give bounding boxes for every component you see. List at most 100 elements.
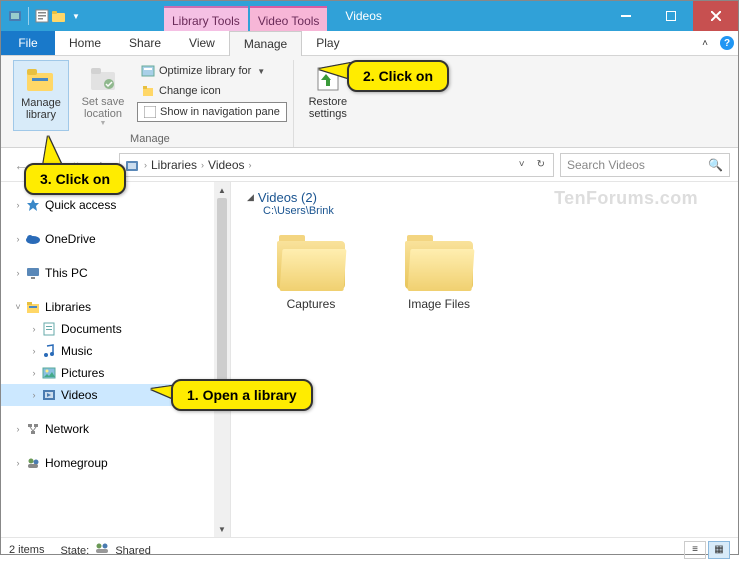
qat-dropdown-icon[interactable]: ▼ [68,8,84,24]
new-folder-icon[interactable] [51,8,67,24]
scroll-up-icon[interactable]: ▲ [214,182,230,198]
help-button[interactable]: ? [716,31,738,55]
expand-arrow-icon[interactable]: › [27,390,41,400]
callout-label: 3. Click on [40,171,110,187]
qat-separator [28,7,29,25]
tree-label: This PC [45,266,88,280]
manage-tab[interactable]: Manage [229,31,302,56]
file-tab[interactable]: File [1,31,55,55]
maximize-button[interactable] [648,1,693,31]
share-tab-label: Share [129,36,161,50]
manage-tab-label: Manage [244,37,287,51]
callout-label: 2. Click on [363,68,433,84]
folder-captures[interactable]: Captures [263,235,359,311]
expand-arrow-icon[interactable]: › [11,458,25,468]
set-save-location-icon [87,62,119,94]
expand-arrow-icon[interactable]: › [11,268,25,278]
restore-settings-label: Restore settings [309,96,348,120]
library-tools-label: Library Tools [172,14,240,28]
tree-documents[interactable]: › Documents [1,318,230,340]
status-bar: 2 items State: Shared ≡ ▦ [1,537,738,561]
callout-tail [43,136,62,166]
location-icon [124,157,140,173]
expand-arrow-icon[interactable]: › [27,346,41,356]
optimize-library-button[interactable]: Optimize library for ▼ [137,62,287,80]
manage-library-button[interactable]: Manage library [13,60,69,131]
optimize-icon [141,64,155,78]
show-in-navigation-pane-checkbox[interactable]: Show in navigation pane [137,102,287,122]
ribbon-group-label-empty [300,131,356,147]
tree-quick-access[interactable]: › Quick access [1,194,230,216]
address-bar[interactable]: › Libraries › Videos › ˅ ↻ [119,153,554,177]
expand-arrow-icon[interactable]: › [11,424,25,434]
tree-libraries[interactable]: ˅ Libraries [1,296,230,318]
scroll-down-icon[interactable]: ▼ [214,521,230,537]
navpane-scrollbar[interactable]: ▲ ▼ [214,182,230,537]
window-title: Videos [345,9,603,23]
show-nav-label: Show in navigation pane [160,106,280,118]
collapse-arrow-icon[interactable]: ˅ [11,302,25,312]
refresh-button[interactable]: ↻ [533,159,549,170]
folder-image-files[interactable]: Image Files [391,235,487,311]
tree-network[interactable]: › Network [1,418,230,440]
crumb-libraries[interactable]: Libraries [151,158,197,172]
crumb-sep-icon: › [249,160,252,170]
details-view-button[interactable]: ≡ [684,541,706,559]
tree-label: Documents [61,322,122,336]
change-icon-icon [141,84,155,98]
search-box[interactable]: Search Videos 🔍 [560,153,730,177]
collapse-ribbon-button[interactable]: ˄ [694,31,716,55]
home-tab[interactable]: Home [55,31,115,55]
address-dropdown-button[interactable]: ˅ [515,159,529,170]
navigation-pane: › Quick access › OneDrive › This PC ˅ Li… [1,182,231,537]
share-tab[interactable]: Share [115,31,175,55]
search-placeholder: Search Videos [567,158,645,172]
change-icon-button[interactable]: Change icon [137,82,287,100]
view-tab-label: View [189,36,215,50]
expand-arrow-icon[interactable]: › [11,234,25,244]
tree-label: Homegroup [45,456,108,470]
videos-library-icon [7,8,23,24]
tree-this-pc[interactable]: › This PC [1,262,230,284]
library-tools-tab[interactable]: Library Tools [164,6,248,31]
ribbon-options-stack: Optimize library for ▼ Change icon Show … [137,60,287,131]
music-icon [41,343,57,359]
state-label: State: [60,545,89,557]
triangle-down-icon: ◢ [247,192,254,203]
crumb-videos[interactable]: Videos [208,158,244,172]
optimize-label: Optimize library for [159,65,251,77]
help-icon: ? [720,36,734,50]
icons-view-button[interactable]: ▦ [708,541,730,559]
minimize-button[interactable] [603,1,648,31]
tree-homegroup[interactable]: › Homegroup [1,452,230,474]
video-tools-label: Video Tools [258,14,320,28]
view-switcher: ≡ ▦ [684,541,730,559]
home-tab-label: Home [69,36,101,50]
callout-3: 3. Click on [24,163,126,195]
homegroup-icon [25,455,41,471]
tree-music[interactable]: › Music [1,340,230,362]
scroll-thumb[interactable] [217,198,227,398]
set-save-location-button[interactable]: Set save location ▼ [75,60,131,131]
tree-onedrive[interactable]: › OneDrive [1,228,230,250]
close-icon [711,11,721,21]
close-button[interactable] [693,1,738,31]
play-tab[interactable]: Play [302,31,353,55]
crumb-sep-icon: › [144,160,147,170]
view-tab[interactable]: View [175,31,229,55]
manage-library-icon [25,63,57,95]
properties-icon[interactable] [34,8,50,24]
title-bar: ▼ Library Tools Video Tools Videos [1,1,738,31]
video-tools-tab[interactable]: Video Tools [250,6,328,31]
tree-label: OneDrive [45,232,96,246]
callout-label: 1. Open a library [187,387,297,403]
folder-icon [403,235,475,291]
expand-arrow-icon[interactable]: › [27,324,41,334]
quick-access-toolbar: ▼ [1,7,84,25]
minimize-icon [621,11,631,21]
crumb-sep-icon: › [201,160,204,170]
expand-arrow-icon[interactable]: › [11,200,25,210]
expand-arrow-icon[interactable]: › [27,368,41,378]
status-item-count: 2 items [9,544,44,556]
ribbon-group-manage: Manage library Set save location ▼ Optim… [7,60,294,147]
